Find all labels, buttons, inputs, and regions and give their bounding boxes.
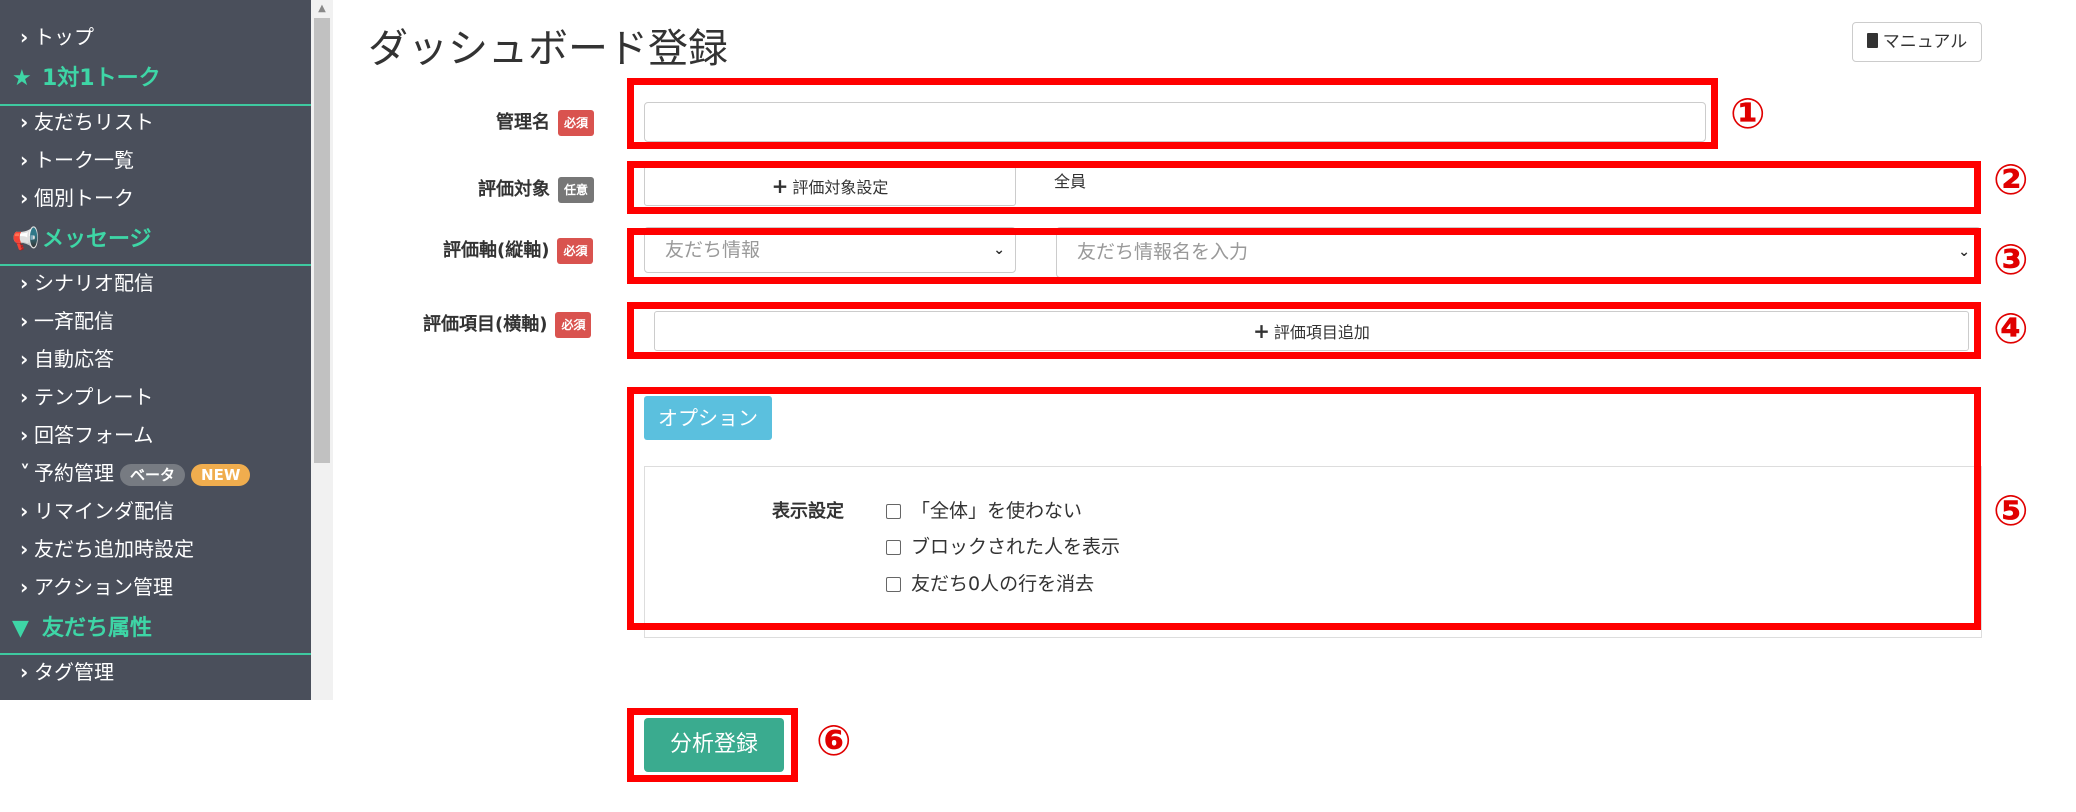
manual-button[interactable]: マニュアル (1852, 22, 1982, 62)
sidebar-item-talk-list[interactable]: › トーク一覧 (20, 144, 134, 176)
sidebar: › トップ ★ 1対1トーク › 友だちリスト › トーク一覧 › 個別トーク 📢 メッセー… (0, 0, 311, 700)
star-icon: ★ (12, 66, 32, 91)
sidebar-divider (0, 653, 311, 655)
chevron-right-icon: › (20, 499, 29, 523)
chevron-right-icon: › (20, 537, 29, 561)
chevron-right-icon: › (20, 423, 29, 447)
megaphone-icon: 📢 (12, 227, 40, 252)
annotation-box-4 (627, 302, 1981, 359)
annotation-number-5: ⑤ (1993, 486, 2029, 535)
chevron-down-icon: ˅ (20, 461, 30, 485)
name-field-label: 管理名 必須 (496, 108, 595, 136)
sidebar-section-talk: ★ 1対1トーク (12, 62, 161, 96)
book-icon (1866, 33, 1878, 48)
annotation-box-2 (627, 161, 1981, 214)
chevron-right-icon: › (20, 271, 29, 295)
annotation-number-3: ③ (1993, 235, 2029, 284)
annotation-box-3 (627, 228, 1981, 284)
annotation-box-5 (627, 387, 1981, 630)
sidebar-section-attributes: ▼ 友だち属性 (12, 612, 152, 646)
annotation-number-1: ① (1730, 89, 1766, 138)
required-badge: 必須 (557, 238, 594, 264)
scrollbar-thumb[interactable] (314, 18, 330, 463)
scroll-up-arrow-icon[interactable]: ▲ (311, 2, 333, 16)
sidebar-item-scenario[interactable]: › シナリオ配信 (20, 267, 154, 299)
sidebar-item-friends-list[interactable]: › 友だちリスト (20, 106, 154, 138)
sidebar-item-template[interactable]: › テンプレート (20, 381, 153, 413)
axis-field-label: 評価軸(縦軸) 必須 (443, 236, 594, 264)
sidebar-item-auto-reply[interactable]: › 自動応答 (20, 343, 114, 375)
required-badge: 必須 (558, 110, 595, 136)
chevron-right-icon: › (20, 309, 29, 333)
chevron-right-icon: › (20, 385, 29, 409)
sidebar-section-message: 📢 メッセージ (12, 223, 152, 257)
sidebar-item-tag[interactable]: › タグ管理 (20, 656, 114, 688)
sidebar-item-reminder[interactable]: › リマインダ配信 (20, 495, 174, 527)
sidebar-item-individual-talk[interactable]: › 個別トーク (20, 182, 134, 214)
sidebar-item-reservation[interactable]: ˅ 予約管理 ベータ NEW (20, 457, 251, 489)
sidebar-item-top[interactable]: › トップ (20, 21, 94, 53)
sidebar-item-action[interactable]: › アクション管理 (20, 571, 173, 603)
required-badge: 必須 (555, 312, 592, 338)
beta-badge: ベータ (120, 463, 186, 486)
chevron-right-icon: › (20, 110, 29, 134)
new-badge: NEW (191, 463, 251, 486)
items-field-label: 評価項目(横軸) 必須 (423, 310, 592, 338)
page-title: ダッシュボード登録 (368, 26, 728, 72)
optional-badge: 任意 (558, 177, 595, 203)
sidebar-item-friend-add-settings[interactable]: › 友だち追加時設定 (20, 533, 194, 565)
annotation-box-6 (627, 708, 798, 782)
sidebar-item-answer-form[interactable]: › 回答フォーム (20, 419, 153, 451)
sidebar-item-broadcast[interactable]: › 一斉配信 (20, 305, 114, 337)
chevron-right-icon: › (20, 186, 29, 210)
chevron-right-icon: › (20, 148, 29, 172)
chevron-right-icon: › (20, 347, 29, 371)
annotation-number-6: ⑥ (816, 716, 852, 765)
annotation-number-4: ④ (1993, 304, 2029, 353)
annotation-number-2: ② (1993, 155, 2029, 204)
chevron-right-icon: › (20, 25, 29, 49)
target-field-label: 評価対象 任意 (478, 175, 595, 203)
chevron-right-icon: › (20, 575, 29, 599)
sidebar-divider (0, 264, 311, 266)
filter-icon: ▼ (12, 616, 29, 641)
annotation-box-1 (627, 78, 1718, 149)
chevron-right-icon: › (20, 660, 29, 684)
sidebar-scrollbar[interactable]: ▲ (311, 0, 333, 700)
